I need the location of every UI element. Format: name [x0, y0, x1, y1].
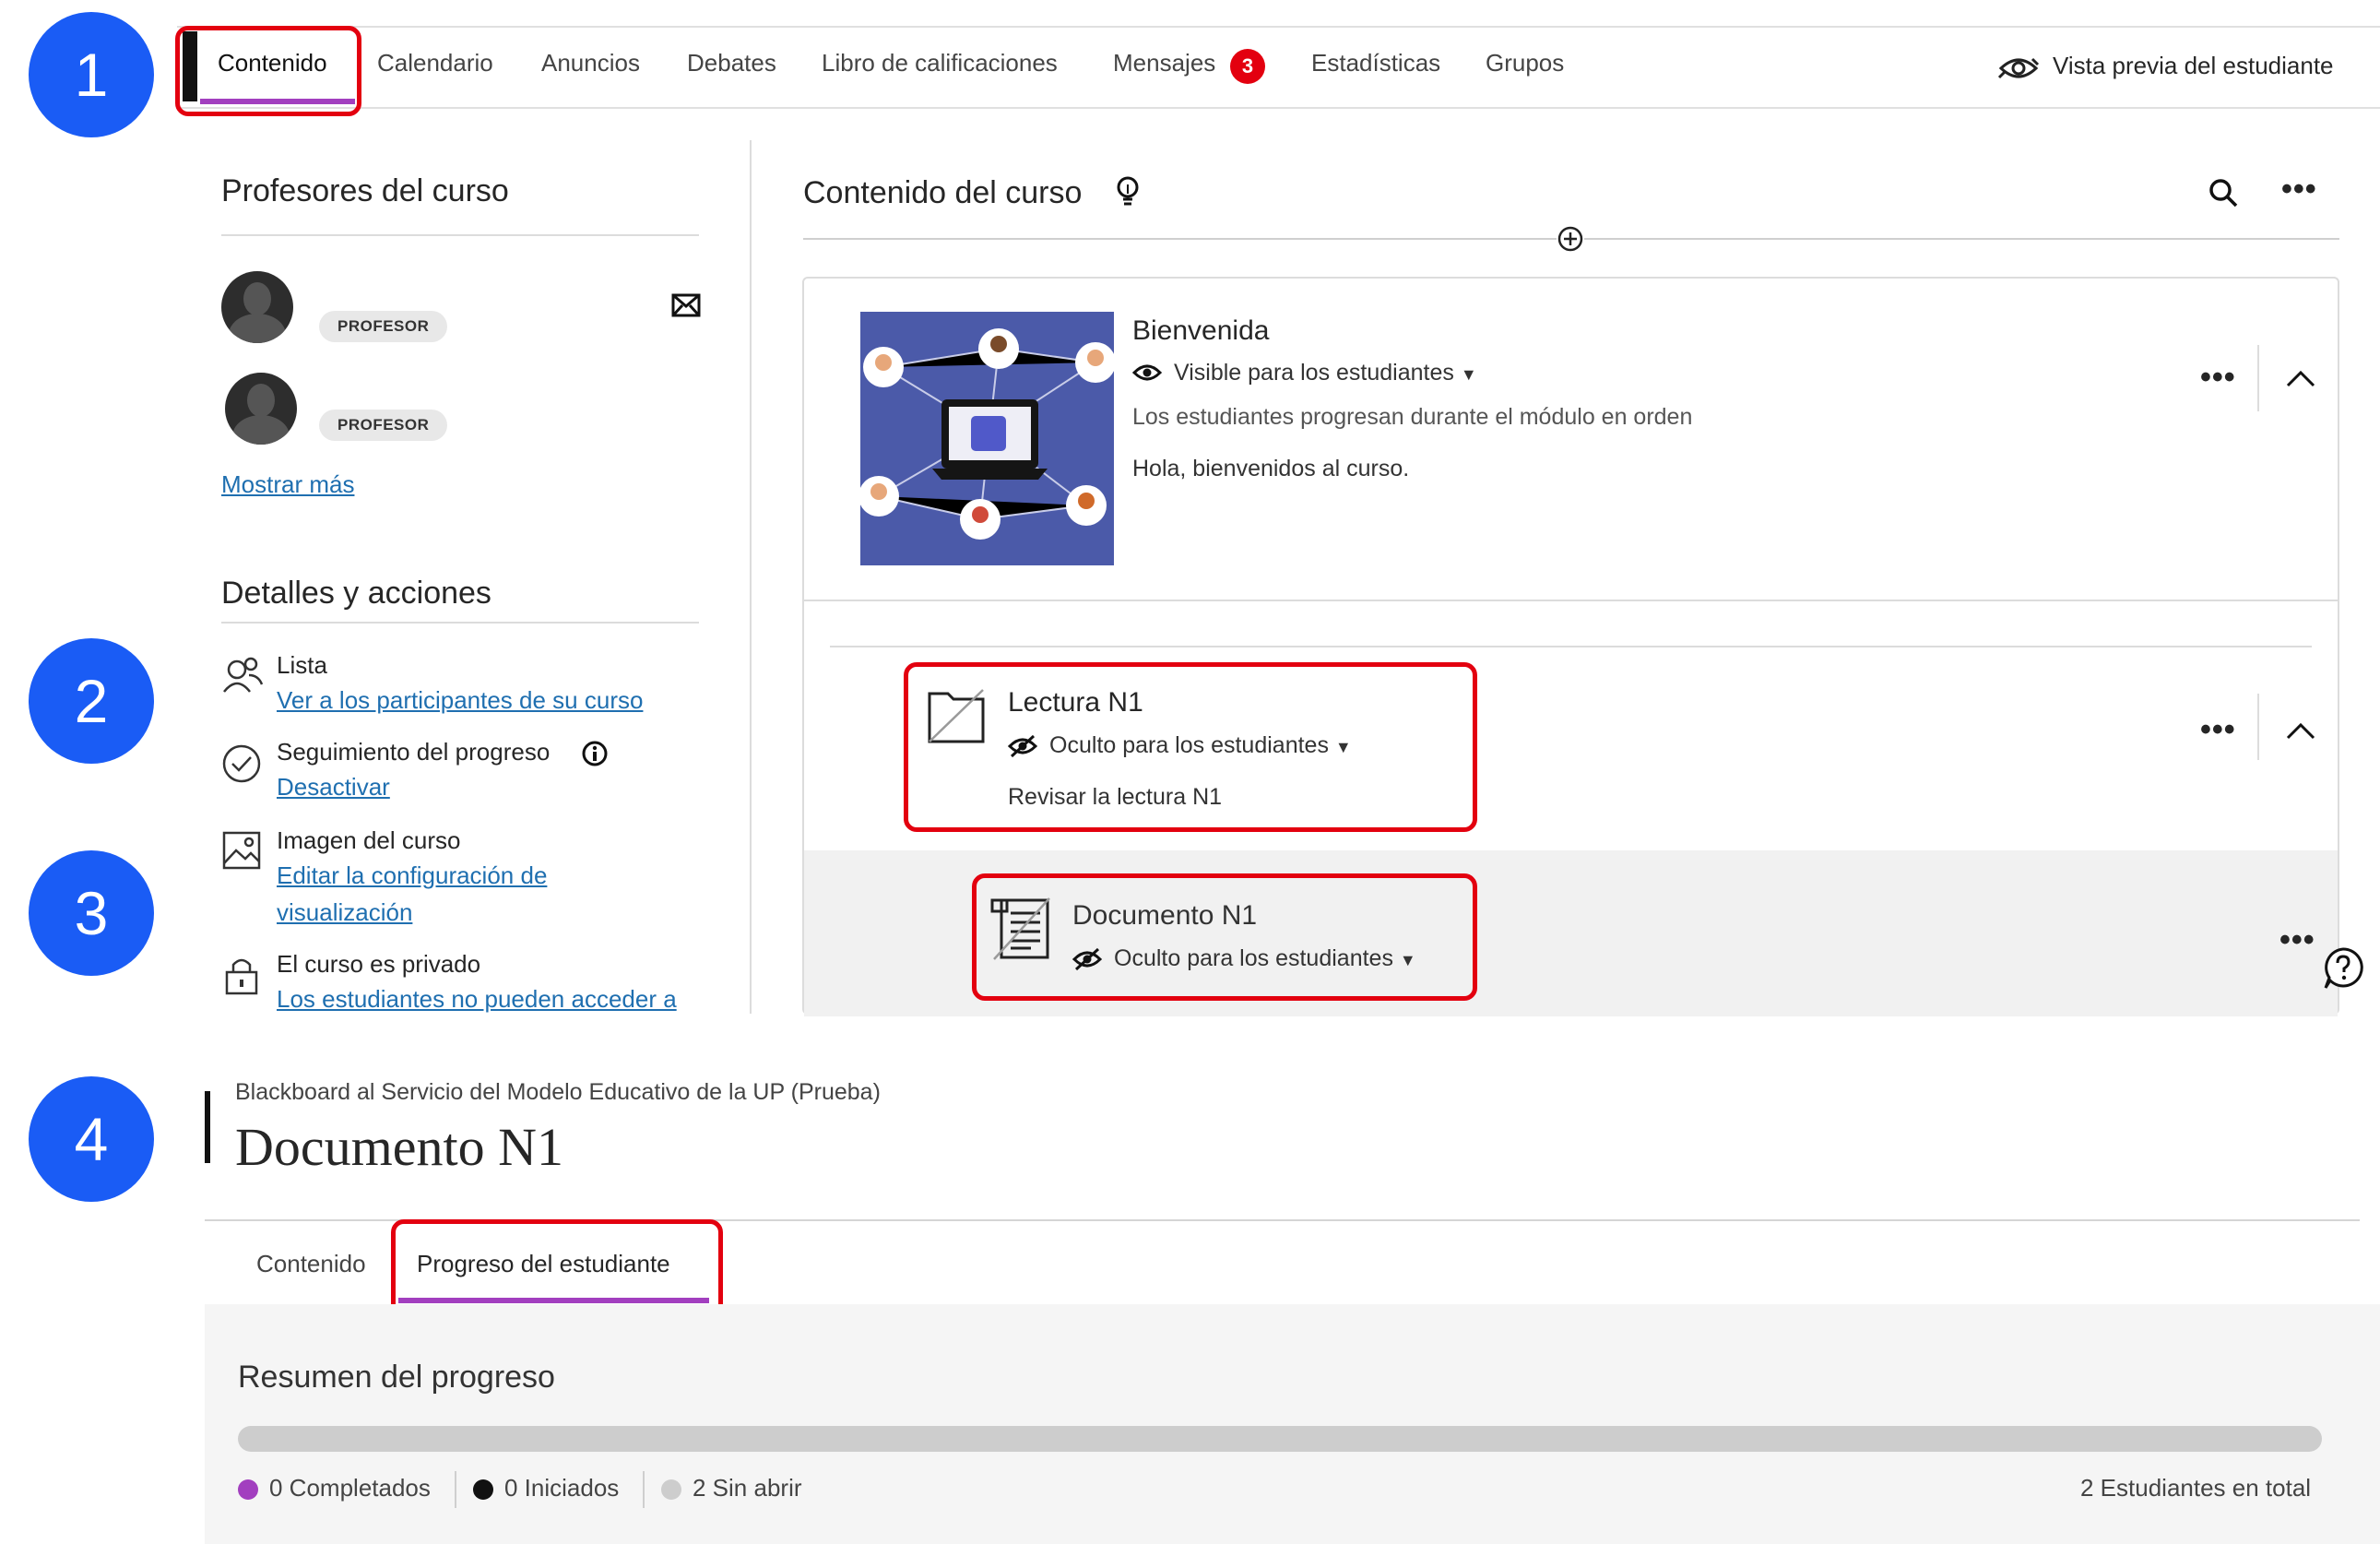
visibility-dropdown[interactable]: Visible para los estudiantes ▼: [1174, 360, 1477, 386]
progress-bar: [238, 1426, 2322, 1452]
course-content-title: Contenido del curso: [803, 175, 1083, 210]
started-dot: [473, 1479, 493, 1500]
professors-title: Profesores del curso: [221, 173, 509, 208]
course-image-label: Imagen del curso: [277, 826, 461, 854]
visibility-label: Visible para los estudiantes: [1174, 360, 1454, 386]
people-icon: [221, 655, 264, 702]
progress-panel: [205, 1304, 2380, 1544]
divider: [455, 1471, 456, 1508]
step-badge-1: 1: [29, 12, 154, 137]
step-badge-3: 3: [29, 850, 154, 976]
divider: [221, 234, 699, 236]
search-icon[interactable]: [2208, 177, 2239, 213]
eye-refresh-icon: [1995, 50, 2042, 87]
divider: [2257, 694, 2259, 760]
image-icon: [221, 830, 262, 875]
roster-label: Lista: [277, 651, 327, 679]
divider: [643, 1471, 645, 1508]
reading-options-icon[interactable]: •••: [2200, 712, 2236, 748]
module-description: Hola, bienvenidos al curso.: [1132, 456, 1410, 481]
divider: [804, 600, 2338, 601]
step-badge-4: 4: [29, 1076, 154, 1202]
breadcrumb[interactable]: Blackboard al Servicio del Modelo Educat…: [235, 1079, 881, 1106]
document-options-icon[interactable]: •••: [2279, 922, 2315, 958]
progress-tracking-label: Seguimiento del progreso: [277, 738, 551, 766]
tab-contenido-doc[interactable]: Contenido: [256, 1250, 366, 1278]
page-title: Documento N1: [235, 1117, 563, 1177]
tab-libro-calificaciones[interactable]: Libro de calificaciones: [822, 49, 1058, 77]
highlight-reading-item: [904, 662, 1477, 832]
column-divider: [750, 140, 752, 1014]
tab-debates[interactable]: Debates: [687, 49, 776, 77]
info-icon[interactable]: [581, 740, 609, 772]
eye-icon: [1131, 362, 1163, 388]
private-course-link[interactable]: Los estudiantes no pueden acceder a: [277, 985, 677, 1014]
divider: [830, 646, 2312, 647]
module-title[interactable]: Bienvenida: [1132, 315, 1269, 347]
caret-down-icon: ▼: [1460, 365, 1477, 384]
tab-mensajes[interactable]: Mensajes: [1113, 49, 1215, 77]
tab-grupos[interactable]: Grupos: [1486, 49, 1564, 77]
private-course-label: El curso es privado: [277, 950, 481, 978]
tab-anuncios[interactable]: Anuncios: [541, 49, 640, 77]
details-title: Detalles y acciones: [221, 576, 491, 611]
course-nav-bar: [177, 26, 2380, 109]
step-badge-2: 2: [29, 638, 154, 764]
show-more-link[interactable]: Mostrar más: [221, 470, 354, 499]
module-sequence-text: Los estudiantes progresan durante el mód…: [1132, 404, 1693, 430]
not-opened-dot: [661, 1479, 681, 1500]
highlight-document-item: [972, 873, 1477, 1001]
check-circle-icon: [221, 743, 262, 789]
chevron-up-icon[interactable]: [2285, 719, 2316, 746]
progress-summary-title: Resumen del progreso: [238, 1360, 555, 1395]
display-settings-link[interactable]: Editar la configuración de: [277, 861, 547, 890]
display-settings-link-cont[interactable]: visualización: [277, 898, 412, 927]
completed-count: 0 Completados: [269, 1474, 431, 1502]
tab-calendario[interactable]: Calendario: [377, 49, 493, 77]
started-count: 0 Iniciados: [504, 1474, 620, 1502]
module-thumbnail-image[interactable]: [860, 312, 1114, 565]
not-opened-count: 2 Sin abrir: [693, 1474, 802, 1502]
envelope-icon[interactable]: [671, 293, 701, 322]
role-badge: PROFESOR: [319, 311, 448, 342]
divider: [221, 622, 699, 624]
tab-estadisticas[interactable]: Estadísticas: [1311, 49, 1440, 77]
divider: [2257, 345, 2259, 411]
progress-tracking-link[interactable]: Desactivar: [277, 773, 390, 802]
highlight-tab-contenido: [175, 26, 361, 116]
total-students: 2 Estudiantes en total: [2080, 1474, 2312, 1502]
role-badge: PROFESOR: [319, 410, 448, 441]
lock-icon: [223, 954, 260, 1001]
roster-link[interactable]: Ver a los participantes de su curso: [277, 686, 643, 715]
student-preview-label: Vista previa del estudiante: [2053, 52, 2334, 79]
chevron-up-icon[interactable]: [2285, 367, 2316, 394]
avatar[interactable]: [221, 271, 293, 343]
module-options-icon[interactable]: •••: [2200, 360, 2236, 396]
title-accent-bar: [205, 1091, 210, 1163]
lightbulb-icon[interactable]: [1114, 175, 1142, 215]
help-icon[interactable]: [2322, 946, 2364, 995]
messages-count-badge: 3: [1230, 49, 1265, 84]
more-options-icon[interactable]: •••: [2281, 172, 2317, 208]
completed-dot: [238, 1479, 258, 1500]
avatar[interactable]: [225, 373, 297, 445]
add-content-icon[interactable]: [1557, 225, 1584, 253]
